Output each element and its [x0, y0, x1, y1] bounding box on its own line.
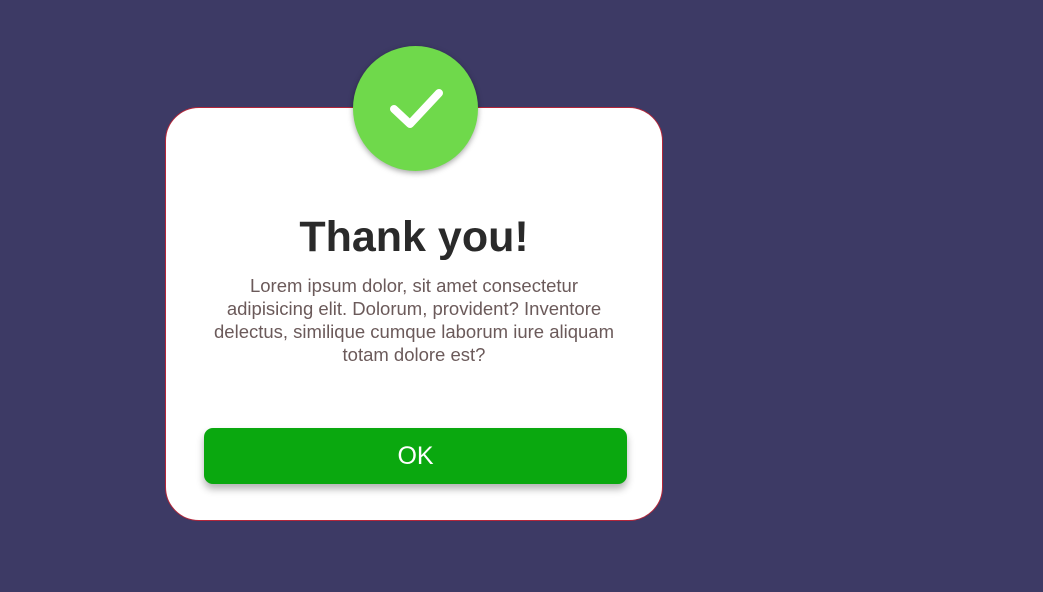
dialog-message: Lorem ipsum dolor, sit amet consectetur …: [214, 275, 614, 365]
page-background: Thank you! Lorem ipsum dolor, sit amet c…: [0, 0, 1043, 592]
ok-button[interactable]: OK: [204, 428, 627, 484]
checkmark-icon: [389, 88, 443, 128]
success-badge: [353, 46, 478, 171]
dialog-title: Thank you!: [299, 213, 529, 261]
